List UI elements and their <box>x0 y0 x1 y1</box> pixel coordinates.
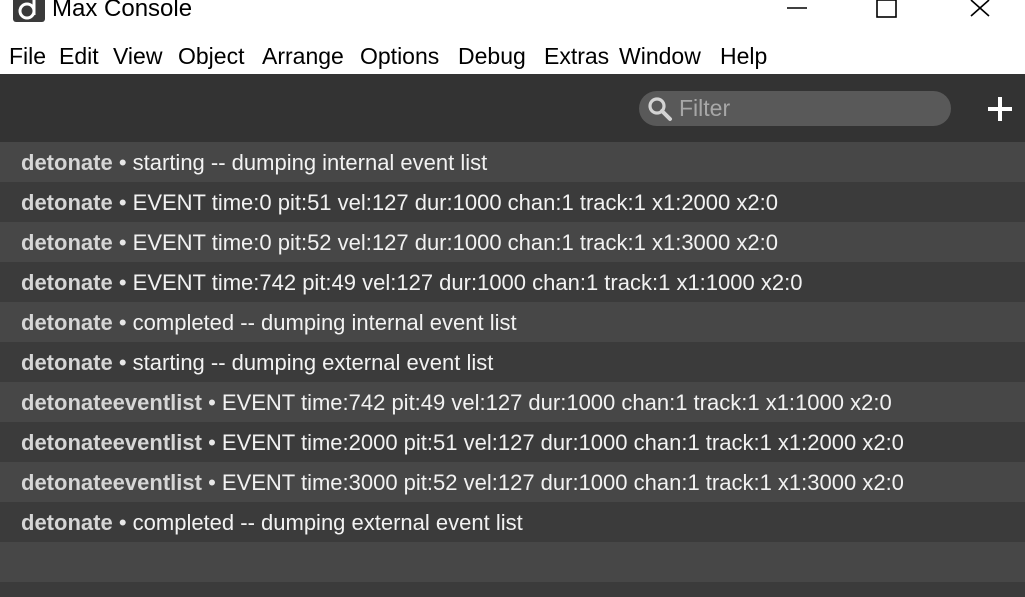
plus-icon <box>988 97 1012 121</box>
title-bar: Max Console <box>0 0 1025 34</box>
log-message: completed -- dumping internal event list <box>132 310 517 335</box>
log-row[interactable]: detonate • EVENT time:742 pit:49 vel:127… <box>0 262 1025 302</box>
log-separator: • <box>208 390 216 415</box>
menu-options[interactable]: Options <box>360 40 439 72</box>
console-panel: detonate • starting -- dumping internal … <box>0 74 1025 597</box>
log-row[interactable]: detonateeventlist • EVENT time:3000 pit:… <box>0 462 1025 502</box>
menu-edit[interactable]: Edit <box>59 40 99 72</box>
log-message: completed -- dumping external event list <box>132 510 523 535</box>
filter-box[interactable] <box>639 91 951 126</box>
log-separator: • <box>118 230 127 255</box>
empty-log-row <box>0 542 1025 582</box>
menu-file[interactable]: File <box>9 40 46 72</box>
menu-bar: File Edit View Object Arrange Options De… <box>0 38 1025 74</box>
log-source: detonateeventlist <box>21 430 202 455</box>
log-separator: • <box>118 150 127 175</box>
log-row[interactable]: detonateeventlist • EVENT time:742 pit:4… <box>0 382 1025 422</box>
maximize-button[interactable] <box>863 0 909 22</box>
log-row[interactable]: detonate • completed -- dumping external… <box>0 502 1025 542</box>
search-icon <box>647 96 673 122</box>
log-message: EVENT time:742 pit:49 vel:127 dur:1000 c… <box>132 270 803 295</box>
filter-input[interactable] <box>679 93 941 124</box>
close-icon <box>970 0 990 17</box>
log-row[interactable]: detonate • starting -- dumping external … <box>0 342 1025 382</box>
log-separator: • <box>118 510 127 535</box>
log-message: EVENT time:3000 pit:52 vel:127 dur:1000 … <box>221 470 904 495</box>
empty-log-row <box>0 582 1025 597</box>
log-separator: • <box>118 350 127 375</box>
close-button[interactable] <box>957 0 1003 22</box>
log-source: detonate <box>21 190 113 215</box>
log-row[interactable]: detonate • EVENT time:0 pit:51 vel:127 d… <box>0 182 1025 222</box>
maximize-icon <box>876 0 897 18</box>
log-source: detonate <box>21 310 113 335</box>
menu-help[interactable]: Help <box>720 40 767 72</box>
menu-arrange[interactable]: Arrange <box>262 40 344 72</box>
log-source: detonate <box>21 270 113 295</box>
log-source: detonateeventlist <box>21 390 202 415</box>
window-title: Max Console <box>52 0 193 22</box>
menu-object[interactable]: Object <box>178 40 244 72</box>
log-source: detonate <box>21 350 113 375</box>
log-source: detonateeventlist <box>21 470 202 495</box>
add-button[interactable] <box>985 94 1015 124</box>
log-message: EVENT time:0 pit:51 vel:127 dur:1000 cha… <box>132 190 778 215</box>
log-source: detonate <box>21 150 113 175</box>
log-message: EVENT time:0 pit:52 vel:127 dur:1000 cha… <box>132 230 778 255</box>
console-log: detonate • starting -- dumping internal … <box>0 142 1025 597</box>
log-separator: • <box>118 190 127 215</box>
log-row[interactable]: detonateeventlist • EVENT time:2000 pit:… <box>0 422 1025 462</box>
log-row[interactable]: detonate • starting -- dumping internal … <box>0 142 1025 182</box>
minimize-icon <box>787 7 807 9</box>
minimize-button[interactable] <box>773 0 819 22</box>
log-row[interactable]: detonate • EVENT time:0 pit:52 vel:127 d… <box>0 222 1025 262</box>
log-source: detonate <box>21 230 113 255</box>
log-row[interactable]: detonate • completed -- dumping internal… <box>0 302 1025 342</box>
menu-window[interactable]: Window <box>619 40 701 72</box>
log-message: starting -- dumping internal event list <box>132 150 488 175</box>
max-logo-icon <box>13 0 45 22</box>
log-message: EVENT time:2000 pit:51 vel:127 dur:1000 … <box>221 430 904 455</box>
log-message: starting -- dumping external event list <box>132 350 494 375</box>
menu-debug[interactable]: Debug <box>458 40 526 72</box>
menu-extras[interactable]: Extras <box>544 40 609 72</box>
log-separator: • <box>208 430 216 455</box>
log-separator: • <box>208 470 216 495</box>
log-separator: • <box>118 270 127 295</box>
console-toolbar <box>0 74 1025 142</box>
log-separator: • <box>118 310 127 335</box>
menu-view[interactable]: View <box>113 40 162 72</box>
log-source: detonate <box>21 510 113 535</box>
log-message: EVENT time:742 pit:49 vel:127 dur:1000 c… <box>221 390 892 415</box>
